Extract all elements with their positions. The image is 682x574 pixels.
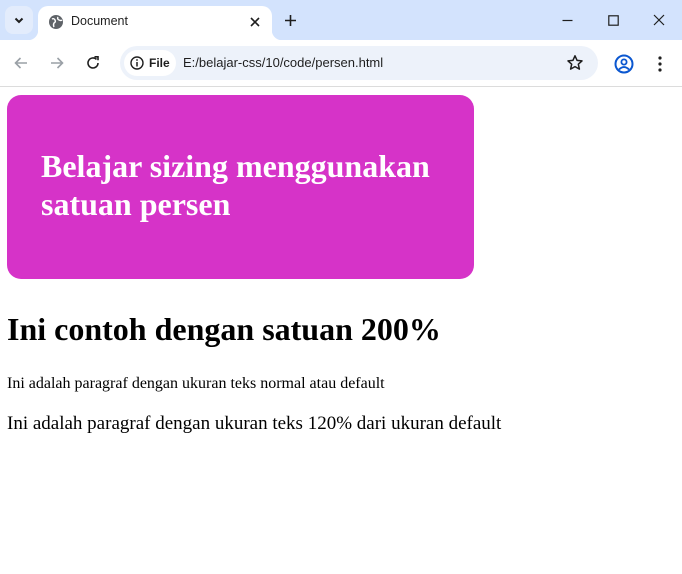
close-window-button[interactable] <box>636 0 682 40</box>
browser-menu-button[interactable] <box>650 52 670 76</box>
minimize-button[interactable] <box>544 0 590 40</box>
info-icon <box>130 56 144 70</box>
paragraph-normal: Ini adalah paragraf dengan ukuran teks n… <box>7 375 385 392</box>
browser-tab[interactable]: Document <box>28 6 282 40</box>
page-heading: Ini contoh dengan satuan 200% <box>7 311 441 347</box>
banner-title: Belajar sizing menggunakan satuan persen <box>41 148 430 222</box>
reload-button[interactable] <box>79 49 107 77</box>
profile-button[interactable] <box>612 52 636 76</box>
plus-icon <box>284 14 296 26</box>
arrow-left-icon <box>14 57 27 69</box>
close-icon <box>250 17 260 27</box>
tab-title: Document <box>71 14 128 28</box>
banner: Belajar sizing menggunakan satuan persen <box>7 95 474 279</box>
kebab-menu-icon <box>658 56 662 72</box>
page-viewport: Belajar sizing menggunakan satuan persen… <box>0 87 682 574</box>
maximize-icon <box>607 14 619 26</box>
forward-button[interactable] <box>43 49 71 77</box>
scheme-label: File <box>149 56 170 70</box>
maximize-button[interactable] <box>590 0 636 40</box>
arrow-right-icon <box>51 57 64 69</box>
bookmark-button[interactable] <box>566 54 584 72</box>
profile-icon <box>614 54 634 74</box>
back-button[interactable] <box>7 49 35 77</box>
minimize-icon <box>562 19 572 21</box>
star-icon <box>567 55 583 70</box>
new-tab-button[interactable] <box>280 10 300 30</box>
address-bar[interactable]: File E:/belajar-css/10/code/persen.html <box>120 46 598 80</box>
chevron-down-icon <box>14 17 24 24</box>
site-info-chip[interactable]: File <box>124 50 176 76</box>
browser-toolbar: File E:/belajar-css/10/code/persen.html <box>0 40 682 87</box>
globe-icon <box>49 15 63 29</box>
close-tab-button[interactable] <box>246 13 264 31</box>
url-text[interactable]: E:/belajar-css/10/code/persen.html <box>183 55 383 70</box>
reload-icon <box>87 56 99 69</box>
tab-strip: Document <box>0 0 682 40</box>
close-icon <box>653 14 665 26</box>
paragraph-large: Ini adalah paragraf dengan ukuran teks 1… <box>7 413 502 434</box>
